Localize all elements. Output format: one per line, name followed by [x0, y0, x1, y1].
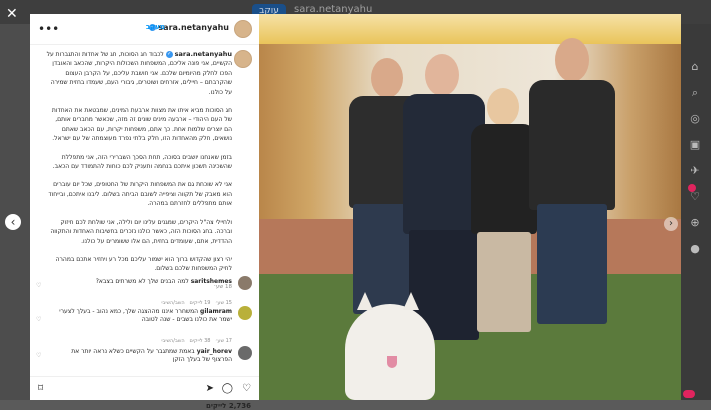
reply-button[interactable]: השב/השיבי	[161, 338, 184, 344]
create-icon[interactable]: ⊕	[688, 216, 702, 230]
messages-icon[interactable]: ✈	[688, 164, 702, 178]
reply-button[interactable]: השב/השיבי	[161, 300, 184, 306]
comment-likes[interactable]: 19 לייקים	[189, 300, 210, 306]
search-icon[interactable]: ⌕	[688, 86, 702, 100]
avatar[interactable]	[238, 276, 252, 290]
verified-icon: ✓	[165, 51, 173, 58]
profile-icon[interactable]: ●	[688, 242, 702, 256]
notification-badge	[683, 390, 695, 398]
post-actions: ♡ ◯ ➤ ⌑	[30, 376, 259, 401]
next-image-button[interactable]: ›	[664, 217, 678, 231]
avatar[interactable]	[238, 346, 252, 360]
previous-post-button[interactable]: ‹	[5, 214, 21, 230]
like-comment-icon[interactable]: ♡	[36, 316, 41, 323]
comment-time[interactable]: 17 שע׳	[215, 338, 232, 344]
comment-username[interactable]: yair_horev	[197, 348, 232, 355]
post-caption: sara.netanyahu ✓ לכבוד חג הסוכות, חג של …	[46, 50, 232, 292]
like-comment-icon[interactable]: ♡	[36, 282, 41, 289]
avatar[interactable]	[234, 20, 252, 38]
comment-username[interactable]: gilamram	[200, 308, 232, 315]
reels-icon[interactable]: ▣	[688, 138, 702, 152]
caption-paragraph: ולחיילי צה"ל היקרים, שמגנים עלינו יום ול…	[50, 218, 232, 245]
comment-text: למה הבנים שלך לא משרתים בצבא?	[95, 278, 189, 285]
post-header: ••• ✓ sara.netanyahu מעקב	[30, 14, 259, 45]
more-horizontal-icon[interactable]: •••	[38, 22, 59, 36]
dog	[345, 292, 435, 400]
caption-paragraph: אני לא שוכחת גם את המשפחות היקרות של החט…	[48, 181, 232, 208]
like-comment-icon[interactable]: ♡	[36, 352, 41, 359]
comment-time[interactable]: 15 שע׳	[215, 300, 232, 306]
comment-icon[interactable]: ◯	[222, 383, 233, 394]
follow-button[interactable]: מעקב	[146, 23, 165, 31]
post-image	[259, 14, 681, 400]
close-icon[interactable]: ✕	[6, 6, 18, 22]
avatar[interactable]	[238, 306, 252, 320]
save-bookmark-icon[interactable]: ⌑	[38, 383, 43, 394]
notifications-icon[interactable]: ♡	[688, 190, 702, 204]
caption-username[interactable]: sara.netanyahu	[175, 50, 232, 58]
caption-paragraph: חג הסוכות מביא איתו את מצוות ארבעת המיני…	[51, 107, 232, 143]
share-icon[interactable]: ➤	[206, 383, 214, 394]
home-icon[interactable]: ⌂	[688, 60, 702, 74]
explore-icon[interactable]: ◎	[688, 112, 702, 126]
comment-likes[interactable]: 38 לייקים	[189, 338, 210, 344]
post-details-panel: ••• ✓ sara.netanyahu מעקב sara.netanyahu…	[30, 14, 259, 410]
caption-avatar[interactable]	[234, 50, 252, 68]
sidebar-nav: ⌂ ⌕ ◎ ▣ ✈ ♡ ⊕ ●	[681, 24, 711, 400]
comment-username[interactable]: saritshemes	[191, 278, 232, 285]
caption-paragraph: בזמן שאנחנו יושבים בסוכה, תחת הסכך השברי…	[52, 153, 232, 171]
caption-paragraph: יהי רצון שהקדוש ברוך הוא ישמור עליכם מכל…	[55, 255, 232, 273]
like-icon[interactable]: ♡	[242, 383, 251, 394]
